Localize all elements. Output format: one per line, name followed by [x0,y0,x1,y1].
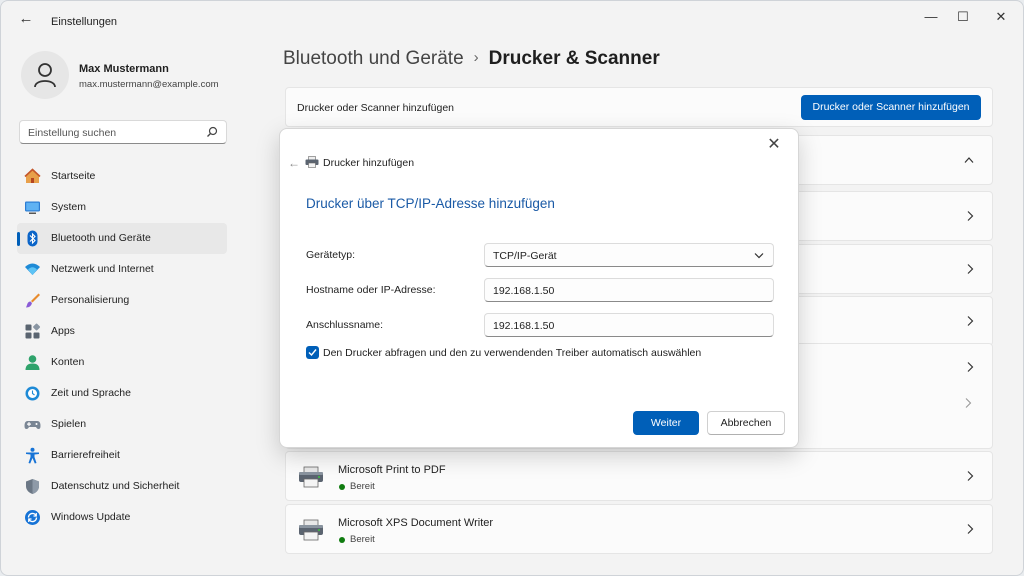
sidebar-item-konten[interactable]: Konten [17,347,227,378]
sidebar-item-label: Startseite [51,170,96,182]
chevron-down-icon [754,253,764,259]
chevron-up-icon [964,157,974,163]
back-arrow-icon[interactable]: ← [15,10,37,28]
sidebar-item-label: Apps [51,325,75,337]
sidebar-item-label: Personalisierung [51,294,130,306]
checkmark-icon [308,349,317,357]
back-arrow-icon[interactable]: ← [288,156,300,170]
next-button[interactable]: Weiter [633,411,699,435]
wifi-icon [25,263,40,275]
sidebar-item-zeit[interactable]: Zeit und Sprache [17,378,227,409]
sidebar-item-system[interactable]: System [17,192,227,223]
sidebar-nav: Startseite System Bluetooth und Geräte N… [17,161,227,533]
settings-window: ← Einstellungen — ☐ ✕ Max Mustermann max… [0,0,1024,576]
sidebar-item-label: Bluetooth und Geräte [51,232,151,244]
printer-status: Bereit [350,481,375,492]
breadcrumb-separator: › [473,49,479,66]
add-device-card: Drucker oder Scanner hinzufügen Drucker … [285,87,993,127]
sidebar-item-windows-update[interactable]: Windows Update [17,502,227,533]
brush-icon [26,293,40,308]
gamepad-icon [24,421,41,429]
sidebar-item-label: Windows Update [51,511,131,523]
sidebar-item-label: System [51,201,87,213]
chevron-right-icon [967,264,974,274]
chevron-right-icon [967,362,974,372]
status-dot [339,484,345,490]
search-input[interactable]: Einstellung suchen [19,120,227,144]
printer-name: Microsoft Print to PDF [338,464,446,476]
accessibility-icon [26,447,39,464]
search-placeholder: Einstellung suchen [28,127,117,139]
add-device-button[interactable]: Drucker oder Scanner hinzufügen [801,95,981,120]
port-name-label: Anschlussname: [306,319,384,331]
dialog-title: Drucker hinzufügen [323,157,415,169]
avatar[interactable] [21,51,69,99]
person-icon [25,355,40,370]
add-printer-dialog: ← Drucker hinzufügen ✕ Drucker über TCP/… [279,128,799,448]
home-icon [24,168,41,183]
sidebar-item-netzwerk[interactable]: Netzwerk und Internet [17,254,227,285]
profile-email: max.mustermann@example.com [79,79,219,90]
auto-driver-checkbox[interactable] [306,346,319,359]
sidebar-item-personalisierung[interactable]: Personalisierung [17,285,227,316]
bluetooth-icon [27,230,38,247]
add-device-label: Drucker oder Scanner hinzufügen [297,102,455,114]
sidebar-item-spielen[interactable]: Spielen [17,409,227,440]
apps-icon [25,323,41,339]
port-name-input[interactable]: 192.168.1.50 [484,313,774,337]
device-type-label: Gerätetyp: [306,249,356,261]
close-icon[interactable]: ✕ [766,137,782,153]
device-type-value: TCP/IP-Gerät [493,250,557,262]
sidebar-item-startseite[interactable]: Startseite [17,161,227,192]
chevron-right-icon [967,316,974,326]
profile-name: Max Mustermann [79,63,169,75]
sidebar-item-label: Konten [51,356,85,368]
globe-clock-icon [25,386,40,401]
sidebar-item-label: Zeit und Sprache [51,387,131,399]
printer-icon [299,466,323,488]
sidebar-item-label: Netzwerk und Internet [51,263,154,275]
sidebar-item-apps[interactable]: Apps [17,316,227,347]
person-icon [34,63,56,88]
sidebar-item-datenschutz[interactable]: Datenschutz und Sicherheit [17,471,227,502]
minimize-button[interactable]: — [921,9,941,25]
chevron-right-icon [967,524,974,534]
system-icon [25,201,40,214]
port-name-value: 192.168.1.50 [493,320,555,332]
close-window-button[interactable]: ✕ [991,9,1011,25]
chevron-right-icon [967,471,974,481]
sidebar-item-label: Barrierefreiheit [51,449,120,461]
cancel-button[interactable]: Abbrechen [707,411,785,435]
printer-icon [299,519,323,541]
hostname-label: Hostname oder IP-Adresse: [306,284,436,296]
printer-icon [305,156,319,168]
device-type-dropdown[interactable]: TCP/IP-Gerät [484,243,774,267]
title-bar: ← Einstellungen — ☐ ✕ [1,1,1023,35]
update-icon [25,510,40,525]
chevron-right-icon [967,211,974,221]
search-icon[interactable] [206,126,218,138]
hostname-value: 192.168.1.50 [493,285,555,297]
sidebar-item-barrierefreiheit[interactable]: Barrierefreiheit [17,440,227,471]
app-title: Einstellungen [51,16,118,28]
sidebar-item-label: Datenschutz und Sicherheit [51,480,180,492]
status-dot [339,537,345,543]
hostname-input[interactable]: 192.168.1.50 [484,278,774,302]
dialog-heading: Drucker über TCP/IP-Adresse hinzufügen [306,196,555,211]
breadcrumb-parent[interactable]: Bluetooth und Geräte [283,48,464,69]
printer-row-xps[interactable]: Microsoft XPS Document Writer Bereit [285,504,993,554]
shield-icon [26,479,39,494]
printer-status: Bereit [350,534,375,545]
sidebar-item-label: Spielen [51,418,87,430]
printer-row-pdf[interactable]: Microsoft Print to PDF Bereit [285,451,993,501]
sidebar-item-bluetooth[interactable]: Bluetooth und Geräte [17,223,227,254]
breadcrumb: Bluetooth und Geräte › Drucker & Scanner [283,48,660,70]
page-title: Drucker & Scanner [488,48,660,69]
maximize-button[interactable]: ☐ [953,9,973,25]
auto-driver-label[interactable]: Den Drucker abfragen und den zu verwende… [323,347,701,359]
chevron-right-icon [965,398,972,408]
printer-name: Microsoft XPS Document Writer [338,517,494,529]
